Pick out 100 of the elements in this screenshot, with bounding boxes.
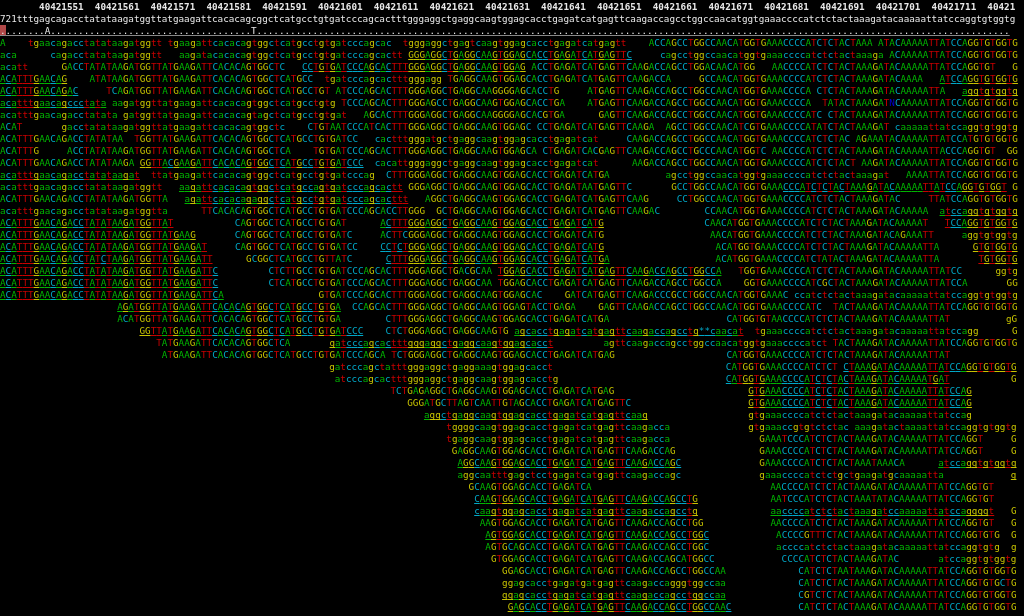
sequence-read: ACCTGAGATCATGAGTTCAAGACCAGCCTGGACAACATGG xyxy=(531,61,756,72)
sequence-read: CCTGTGATCCCAGCACTTTGGGAGGCTGAGGCAAGTGGAG xyxy=(301,61,526,72)
sequence-read: tgggaggctgagtcaagtggagcacctgagatcatgagtt xyxy=(402,37,627,48)
sequence-read: GCAAGTGGAGCACCTGAGATCA xyxy=(468,481,592,492)
sequence-read: CTAAAGATACAAAAATTATCCAGGTGTGGTG xyxy=(843,361,1017,372)
sequence-read: GTGAAACCCCATCTCTACTAAAGATACAAAAATTATCCAG xyxy=(748,385,972,396)
sequence-read: G xyxy=(1010,373,1017,384)
sequence-read: cagcctggccaacatggtgaaaccccatctctactaaaga xyxy=(659,49,884,60)
sequence-read: agcacctgagatcatgagttcaagaccagcctg**caacat xyxy=(514,325,744,336)
sequence-read: acatttgaacagacctatataagatggtt xyxy=(0,181,163,192)
sequence-read: ACATGGTGAAACCCCATCTCTACTAAAGATACAAAAATTA xyxy=(715,241,940,252)
sequence-read: ATGAGTTCAAGACCAGCCTGGCCAACATGGTGAAACCCCA xyxy=(587,85,811,96)
sequence-read: agcctggccaacatggtgaaaccccatctctactaaagat xyxy=(665,169,890,180)
sequence-read: ttatgaagattcacacagtggctcatgcctgtgatcccag xyxy=(151,169,375,180)
sequence-read: GGGATGCTTAGTCAATTGTAGCACCTGAGATCATGAGTTC xyxy=(407,397,631,408)
sequence-read: ACCTATATAAGATGGTTATGAAGATTCACACAGTGGCTCA xyxy=(67,145,291,156)
sequence-read: agattcacacagaggctcatgcctgtgatcccagcacttt xyxy=(184,193,409,204)
sequence-read: CTGAGATCACGAGTTCAAGACCAGCCTGCCCAACATGGTC xyxy=(542,145,767,156)
sequence-read: CCCATCTCTACTAAAGATACAAAAATTATCCAGGTGTGGT xyxy=(783,181,1007,192)
sequence-read: CAACATGGTGAAACCCCATCTCTACTAAAGATACAAAAAT xyxy=(704,217,929,228)
sequence-read: ACATTTGAACAGACCTATATAA xyxy=(0,133,124,144)
sequence-read: ACTTCGGGAGGCTGAGGCAAGTGGAGCACCTGAGATCATG xyxy=(380,229,604,240)
sequence-read: CTTTGGGAGGCTGAGGCAAGTGGAGCACCTGAGATCATGA xyxy=(385,169,610,180)
sequence-read: ACATGGTTATGAAGATTCACACAGTGGCTCATGCCTGTGA xyxy=(117,313,341,324)
sequence-read: ACATTTGAACAGAC xyxy=(0,85,79,96)
sequence-read: gtgaaaccccatctctactaaagatacaaaaattatccag xyxy=(748,409,972,420)
sequence-read: ATCCAGGTGTGGTG xyxy=(939,73,1018,84)
sequence-read: gatcccagcactttgggaggctgaggcaagtggagcacct xyxy=(329,337,554,348)
sequence-read: CTCTACTAAAGATACAAAAATTA xyxy=(816,85,946,96)
sequence-read: G xyxy=(1010,433,1017,444)
sequence-read: aggctgaggcaagtggagcacctgagatcatgagttcaag xyxy=(423,409,648,420)
sequence-read: ccatctctactaaagatacaaaaattatccaggtgtggtg xyxy=(794,289,1018,300)
sequence-read: atccaggtgtggtg xyxy=(938,553,1017,564)
sequence-read: GGTGAAACCCCATCGCTACTAAAGATACAAAAATTATCCA xyxy=(743,277,968,288)
sequence-read: TCTGGGAGGCTGAGGCAAGTGGAGCACCTGAGATCATGAG xyxy=(391,349,615,360)
sequence-read: CTCTGGGAGGCTGAGGCAAGTG xyxy=(385,325,509,336)
sequence-read: CATGGTGAAACCCCATCTCT xyxy=(725,361,838,372)
sequence-read: CTGTAATCCCATCACTTTGGGAGGCTGAGGCAAGTGGAGC xyxy=(307,121,532,132)
sequence-read: CAGTGGCTCATGCCTGTGATC xyxy=(234,229,353,240)
sequence-read: TGAGGCAAGTGGAGCACCTGAGATCATGAGTTCAAGACCA xyxy=(447,73,672,84)
sequence-read: TACTAAAGATACAAAAATTATCCAGGTGTGGTG xyxy=(833,301,1018,312)
sequence-read: G xyxy=(1010,529,1017,540)
sequence-read: AATCCCATCTCTACTAAATATACAAAAATTATCCAGGTGT xyxy=(770,493,995,504)
sequence-read: CAAGACCAGCCTGGCCAACATGGTGAAACCCCATCTCTAC xyxy=(626,133,851,144)
sequence-read: TGTGATCCCAGCACTTTGGGAGGCTGAGGCAAGTGGAGCA xyxy=(313,145,537,156)
sequence-read: atccaggtgtggtg xyxy=(939,205,1018,216)
sequence-read: aagatggttatgaagattcacacagtggctcatgcctgtg xyxy=(111,97,336,108)
sequence-read: TGGAGCACCTGAGATCATGAGTTCAAGACCAGCCTGGCCA xyxy=(497,277,722,288)
sequence-read: ACCCCGTTTCTACTAAAGATACAAAAATTATCCAGGTGTG xyxy=(776,529,1000,540)
sequence-read: GG xyxy=(1006,277,1018,288)
sequence-read: ATACAAAAATTATCCAGGTGTGGTG xyxy=(878,37,1018,48)
sequence-read: ggagcacctgagatgatgagttcaagaccagggtggccaa xyxy=(502,577,726,588)
sequence-read: CATGGTGAAACCCCATCTCTACTAAAGATACAAAAATGAT xyxy=(725,373,950,384)
sequence-read: AGATGGTTATGAAGATTCACACAGTGGCTCATGCCTGTGA xyxy=(117,301,341,312)
sequence-read: ACATTTG xyxy=(0,145,40,156)
sequence-read: ATCCCAGCACTTTGGGAGGCTGAGGCAAGGGGAGCACCTG xyxy=(335,85,560,96)
sequence-read: AAGATACAAAAATTATCCAGGTGTGGTG xyxy=(861,157,1018,168)
sequence-read: AACATGGTGAAACCCCATCTCTACTAAAGATACAGAAATT xyxy=(709,229,934,240)
sequence-read: tgaagattcacacagtggctcatgcctgtgatcccagcac xyxy=(167,37,392,48)
sequence-read: ACATTTGAACAGACCTATATAAGATGGTTATGAAGATTC xyxy=(0,277,219,288)
sequence-read: acatttgaacagacctatataagat xyxy=(0,169,140,180)
sequence-read: aggtgtggtg xyxy=(961,229,1018,240)
sequence-read: TACTAAAGATACAAAAATTATCCAGGTGTGGTG xyxy=(832,337,1018,348)
sequence-read: acatttgaacagacctatataagatggtta xyxy=(0,205,168,216)
sequence-read: gaaaccccatctctgctgaagatgcaaaaatta xyxy=(759,469,944,480)
sequence-read: GACCTATATAAGATGGTTATGAAGATTCACACAGTGGCTC xyxy=(61,61,286,72)
sequence-read: CAAGTGGAGCACCTGAGATCATGAGTTCAAGACCAGCCTG xyxy=(474,493,698,504)
position-ruler: 40421551 40421561 40421571 40421581 40421591 40421601 40421611 40421621 40421631 40421641 40421651 40421661 40421671 40421681 40421691 40421701 40421711 40421 xyxy=(38,1,1016,12)
sequence-read: GAAACCCCATCTCTACTAAATAAACA xyxy=(759,457,905,468)
sequence-read: TTATCCAGGTGTGGTG xyxy=(928,193,1018,204)
sequence-read: GAAATCCCATCTCTACTAAAGATACAAAAATTATCCAGGT xyxy=(759,433,984,444)
sequence-read: CATGGTGAAACCCCATCTCTACTAAAGATACAAAAATTAT xyxy=(726,349,951,360)
sequence-read: AGGCAAGTGGAGCACCTGAGATCATGAGTTCAAGACCAGC xyxy=(457,457,682,468)
sequence-read: TATGAAGATTCACACAGTGGCTCA xyxy=(156,337,291,348)
sequence-read: AACCCCATCTCTACTAAAGATACAAAAATTACCCAGGTGT xyxy=(771,145,996,156)
sequence-read: cagacctatataagatggtt xyxy=(50,49,163,60)
sequence-read: AGCCTGGCCAACATCGTGAAACCCCATATCTACTAAAGAT xyxy=(665,121,890,132)
sequence-read: GCCAACATGGTGAAACCCCATCTCTACTAAAGATACAAAA xyxy=(699,73,923,84)
sequence-read: acatt xyxy=(0,61,28,72)
cursor: . xyxy=(0,25,6,36)
sequence-read: TGTGGTG xyxy=(978,253,1018,264)
sequence-read: atccaggtgtggtg xyxy=(938,457,1017,468)
sequence-read: aaccccatctctactaaagatccaaaaattatccaggggt xyxy=(770,505,995,516)
sequence-read: G xyxy=(1010,445,1017,456)
sequence-read: ACAT xyxy=(0,121,23,132)
sequence-read: GG xyxy=(1006,145,1018,156)
reference-sequence: 721tttgagcagacctatataagatggttatgaagattcacacagcggctcatgcctgtgatcccagcactttgggaggctgaggcaagtggagcacctgagatcatgagttcaagaccagcctggccaacatggtgaaaccccatctctactaaagatacaaaaattatccaggtgtggtg xyxy=(0,13,1016,24)
sequence-read: CCTGGCCAACATGGTGAAACCCCATCTCTACTAAAGATAC xyxy=(676,193,901,204)
sequence-read: A xyxy=(0,37,6,48)
sequence-read: GCGGCTCATGCCTGTTATC xyxy=(246,253,353,264)
sequence-read: CATCTCTACTAAAGATACAAAAATTATCCAGGTGTGCTG xyxy=(798,577,1017,588)
sequence-read: ACCAGCCTGGCCAACATGGTGAAACCCCATCTCTACTAAA xyxy=(648,37,873,48)
sequence-read: cacattgggaggctgaggcaagtggagcacctgagatcat xyxy=(374,157,599,168)
sequence-read: GTGGAGCACCTGAGATCATGAGTTCAAGACCAGCATGGCC xyxy=(490,553,715,564)
sequence-read: TCCCAGCACTTTGGGAGCCTGAGGCAAGTGGAGCACCTGA xyxy=(341,97,565,108)
sequence-read: ACTTTGGGAGGCTGAGGCAAGTGGAGCACCTGAGATCATG xyxy=(380,217,604,228)
sequence-read: tgatcccagcactttgggagg xyxy=(324,73,442,84)
sequence-read: CCAGCACTTTGGGAGGCTGAGGCAAGTGGAGTACCTGAGA xyxy=(352,301,576,312)
sequence-read: GAGGCAAGTGGAGCACCTGAGATCATGAGTTCAAGACCAG xyxy=(451,445,676,456)
sequence-read: GCCTGGCCAACATGGTGAAA xyxy=(671,181,783,192)
